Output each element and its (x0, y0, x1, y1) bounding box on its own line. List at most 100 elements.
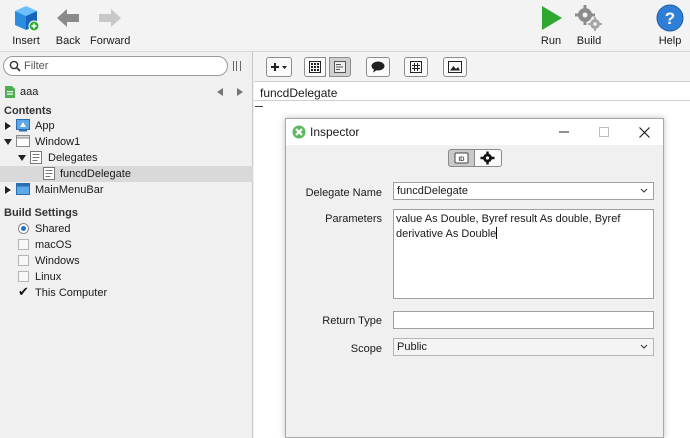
column-view-icon[interactable] (233, 61, 241, 71)
editor-toolbar (254, 52, 690, 82)
app-icon (16, 119, 30, 132)
navigator-pane: aaa Contents App Window1 Delegates funcd… (0, 52, 253, 438)
menubar-icon (16, 183, 30, 196)
tree-item-label: funcdDelegate (60, 168, 131, 180)
maximize-icon (599, 127, 609, 137)
checkbox[interactable] (18, 255, 29, 266)
editor-title: funcdDelegate (260, 86, 338, 100)
project-icon (4, 85, 16, 102)
picture-icon (448, 61, 462, 73)
minimize-button[interactable] (546, 119, 582, 145)
svg-text:?: ? (665, 9, 675, 28)
collapse-arrow-icon[interactable] (4, 139, 12, 145)
run-button[interactable]: Run (537, 4, 565, 47)
forward-arrow-icon (96, 4, 124, 32)
build-option-macos[interactable]: macOS (0, 237, 253, 253)
constants-button[interactable] (404, 57, 428, 77)
parameters-value: value As Double, Byref result As double,… (396, 213, 621, 240)
insert-button[interactable]: Insert (12, 4, 40, 47)
id-tab[interactable]: ID (448, 149, 475, 167)
return-type-label: Return Type (322, 315, 382, 327)
build-button[interactable]: Build (575, 4, 603, 47)
scope-value: Public (397, 341, 427, 353)
back-arrow-icon (54, 4, 82, 32)
chevron-down-icon[interactable] (640, 186, 648, 199)
text-caret (496, 227, 498, 239)
return-type-field[interactable] (393, 311, 654, 329)
help-label: Help (658, 35, 682, 47)
maximize-button[interactable] (586, 119, 622, 145)
filter-field[interactable] (3, 56, 228, 76)
close-button[interactable] (626, 119, 662, 145)
build-label: Build (576, 35, 602, 47)
filter-input[interactable] (24, 59, 219, 73)
build-option-this-computer[interactable]: ✔ This Computer (0, 285, 253, 301)
delegate-icon (43, 167, 57, 180)
tree-item-funcddelegate[interactable]: funcdDelegate (0, 166, 253, 182)
build-option-shared[interactable]: Shared (0, 221, 253, 237)
minimize-icon (559, 131, 569, 133)
inspector-window: Inspector ID Delegate Name funcdDelegate… (285, 118, 664, 438)
image-button[interactable] (443, 57, 467, 77)
delegate-name-combo[interactable]: funcdDelegate (393, 182, 654, 200)
tree-item-mainmenubar[interactable]: MainMenuBar (0, 182, 253, 198)
window-icon (16, 135, 30, 148)
main-toolbar: Insert Back Forward Run Build ? Help (0, 0, 690, 52)
chevron-down-icon[interactable] (640, 342, 648, 355)
search-icon (9, 60, 21, 75)
back-label: Back (55, 35, 81, 47)
collapse-arrow-icon[interactable] (18, 155, 26, 161)
tree-item-label: App (35, 120, 55, 132)
radio-selected[interactable] (18, 223, 29, 234)
build-option-label: macOS (35, 239, 72, 251)
expand-arrow-icon[interactable] (5, 122, 11, 130)
speech-bubble-icon (371, 61, 385, 73)
expand-arrow-icon[interactable] (5, 186, 11, 194)
settings-tab[interactable] (475, 149, 502, 167)
nav-forward-icon[interactable] (237, 88, 243, 96)
editor-title-bar: funcdDelegate (254, 83, 690, 101)
inspector-title-bar[interactable]: Inspector (286, 119, 663, 145)
checkmark-icon[interactable]: ✔ (18, 285, 29, 298)
tree-item-delegates[interactable]: Delegates (0, 150, 253, 166)
close-icon (638, 126, 650, 138)
cube-icon (12, 4, 40, 32)
help-icon: ? (656, 4, 684, 32)
back-button[interactable]: Back (54, 4, 82, 47)
build-option-label: Linux (35, 271, 62, 283)
run-label: Run (540, 35, 562, 47)
comment-button[interactable] (366, 57, 390, 77)
gears-icon (575, 4, 603, 32)
code-view-button[interactable] (329, 57, 351, 77)
tree-item-label: Window1 (35, 136, 81, 148)
project-row[interactable]: aaa (0, 83, 253, 101)
nav-back-icon[interactable] (217, 88, 223, 96)
layout-view-button[interactable] (304, 57, 326, 77)
gutter-mark (255, 106, 263, 107)
folder-list-icon (30, 151, 44, 164)
svg-text:ID: ID (459, 157, 466, 163)
build-option-windows[interactable]: Windows (0, 253, 253, 269)
build-option-linux[interactable]: Linux (0, 269, 253, 285)
forward-button[interactable]: Forward (90, 4, 130, 47)
build-option-label: Shared (35, 223, 71, 235)
forward-label: Forward (90, 35, 131, 47)
grid-icon (309, 61, 321, 73)
filter-row (0, 56, 253, 78)
tree-item-label: MainMenuBar (35, 184, 104, 196)
insert-label: Insert (12, 35, 40, 47)
parameters-textarea[interactable]: value As Double, Byref result As double,… (393, 209, 654, 299)
gear-icon (480, 151, 495, 165)
help-button[interactable]: ? Help (656, 4, 684, 47)
play-icon (537, 4, 565, 32)
scope-select[interactable]: Public (393, 338, 654, 356)
scope-label: Scope (350, 343, 382, 355)
tree-item-window1[interactable]: Window1 (0, 134, 253, 150)
build-option-label: Windows (35, 255, 80, 267)
checkbox[interactable] (18, 271, 29, 282)
checkbox[interactable] (18, 239, 29, 250)
build-settings-header: Build Settings (4, 207, 78, 219)
tree-item-app[interactable]: App (0, 118, 253, 134)
add-item-button[interactable] (266, 57, 292, 77)
hash-icon (410, 61, 422, 73)
